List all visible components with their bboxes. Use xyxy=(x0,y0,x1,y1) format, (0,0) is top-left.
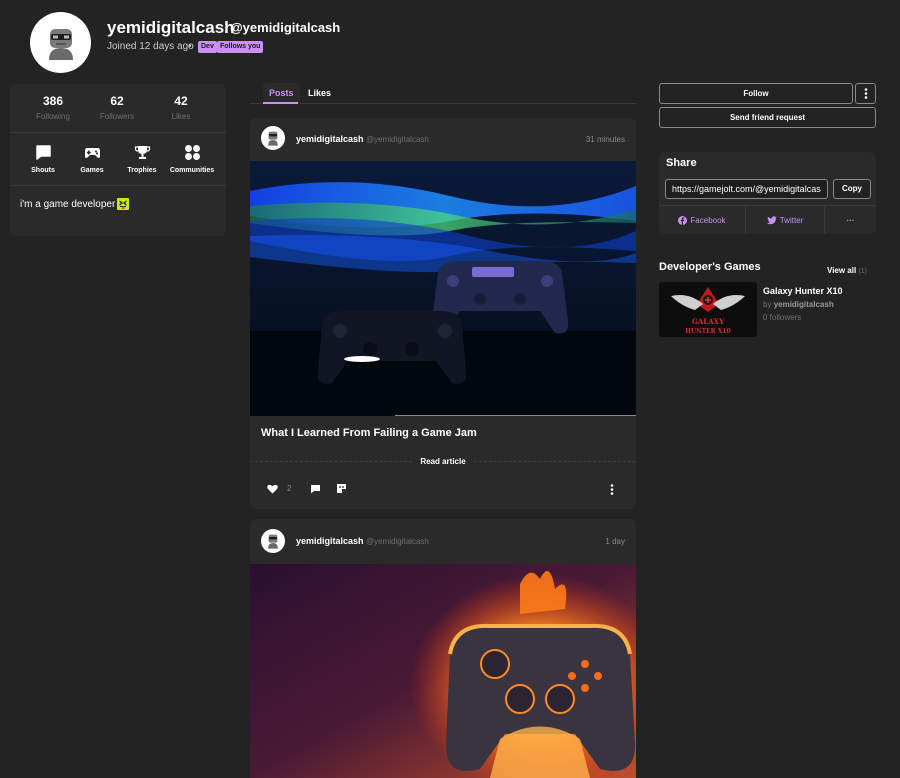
share-title: Share xyxy=(666,157,697,169)
communities-icon xyxy=(184,145,200,160)
like-count: 2 xyxy=(287,484,292,493)
stat-likes[interactable]: 42 Likes xyxy=(145,94,217,121)
joined-date: Joined 12 days ago xyxy=(107,41,194,52)
nav-communities[interactable]: Communities xyxy=(165,144,219,174)
share-card: Share Copy Facebook Twitter ··· xyxy=(659,152,876,234)
more-actions-button[interactable] xyxy=(855,83,876,104)
nav-games[interactable]: Games xyxy=(65,144,119,174)
profile-bio: i'm a game developer xyxy=(20,198,130,210)
profile-handle: @yemidigitalcash xyxy=(230,20,341,35)
divider xyxy=(10,185,226,186)
profile-username: yemidigitalcash xyxy=(107,18,235,37)
tab-posts[interactable]: Posts xyxy=(263,83,300,104)
post-author[interactable]: yemidigitalcash @yemidigitalcash xyxy=(296,536,429,546)
read-article-link[interactable]: Read article xyxy=(250,457,636,466)
share-twitter-button[interactable]: Twitter xyxy=(746,206,824,234)
divider xyxy=(10,132,226,133)
comment-button[interactable] xyxy=(310,484,321,497)
heart-icon xyxy=(267,484,278,494)
follow-button[interactable]: Follow xyxy=(659,83,853,104)
post-image-fire-controller[interactable] xyxy=(250,564,636,778)
post-card[interactable]: yemidigitalcash @yemidigitalcash 31 minu… xyxy=(250,118,636,509)
logo-text: GALAXY xyxy=(692,317,725,326)
post-title[interactable]: What I Learned From Failing a Game Jam xyxy=(261,427,477,439)
profile-stats-card: 386 Following 62 Followers 42 Likes Shou… xyxy=(10,84,226,236)
post-image-controllers[interactable] xyxy=(250,161,636,416)
post-timestamp: 1 day xyxy=(605,537,625,546)
nav-shouts[interactable]: Shouts xyxy=(16,144,70,174)
view-all-link[interactable]: View all (1) xyxy=(827,266,867,275)
post-card[interactable]: yemidigitalcash @yemidigitalcash 1 day xyxy=(250,519,636,778)
nav-trophies[interactable]: Trophies xyxy=(115,144,169,174)
logo-text: HUNTER X10 xyxy=(685,328,731,335)
game-thumbnail[interactable]: GALAXY HUNTER X10 xyxy=(659,282,757,337)
stat-following[interactable]: 386 Following xyxy=(17,94,89,121)
dev-badge: Dev xyxy=(198,41,217,53)
developers-games-title: Developer's Games xyxy=(659,261,761,273)
profile-avatar[interactable] xyxy=(30,12,91,73)
robot-avatar-icon xyxy=(36,18,85,67)
post-author-avatar[interactable] xyxy=(261,529,285,553)
stat-followers[interactable]: 62 Followers xyxy=(81,94,153,121)
post-author-avatar[interactable] xyxy=(261,126,285,150)
facebook-icon xyxy=(678,215,688,225)
tab-active-indicator xyxy=(263,102,298,104)
send-friend-request-button[interactable]: Send friend request xyxy=(659,107,876,128)
tab-likes[interactable]: Likes xyxy=(302,83,337,104)
post-timestamp: 31 minutes xyxy=(585,135,625,144)
controllers-image-icon xyxy=(250,161,636,416)
follows-you-badge: Follows you xyxy=(217,41,264,53)
speech-bubble-icon xyxy=(35,145,51,160)
like-button[interactable] xyxy=(267,484,278,497)
separator-dot: • xyxy=(188,41,192,52)
twitter-icon xyxy=(766,215,777,224)
more-options-icon[interactable] xyxy=(610,484,614,498)
gamepad-icon xyxy=(84,148,100,158)
galaxy-hunter-logo-icon: GALAXY HUNTER X10 xyxy=(659,282,757,337)
more-vertical-icon xyxy=(864,88,867,99)
sticker-icon xyxy=(337,484,346,493)
share-more-button[interactable]: ··· xyxy=(825,206,876,234)
trophy-icon xyxy=(134,146,150,159)
profile-header: yemidigitalcash @yemidigitalcash Joined … xyxy=(0,0,900,80)
game-developer-link[interactable]: yemidigitalcash xyxy=(774,300,834,309)
post-author[interactable]: yemidigitalcash @yemidigitalcash xyxy=(296,134,429,144)
robot-avatar-icon xyxy=(268,131,278,146)
copy-button[interactable]: Copy xyxy=(833,179,871,199)
share-facebook-button[interactable]: Facebook xyxy=(659,206,745,234)
sticker-button[interactable] xyxy=(336,483,347,497)
share-url-input[interactable] xyxy=(665,179,828,199)
fire-controller-image-icon xyxy=(250,564,636,778)
game-followers: 0 followers xyxy=(763,313,802,322)
comment-icon xyxy=(311,485,320,494)
game-title[interactable]: Galaxy Hunter X10 xyxy=(763,286,843,296)
robot-avatar-icon xyxy=(268,534,278,549)
tongue-out-emoji-icon xyxy=(117,198,130,210)
game-developer: by yemidigitalcash xyxy=(763,300,834,309)
